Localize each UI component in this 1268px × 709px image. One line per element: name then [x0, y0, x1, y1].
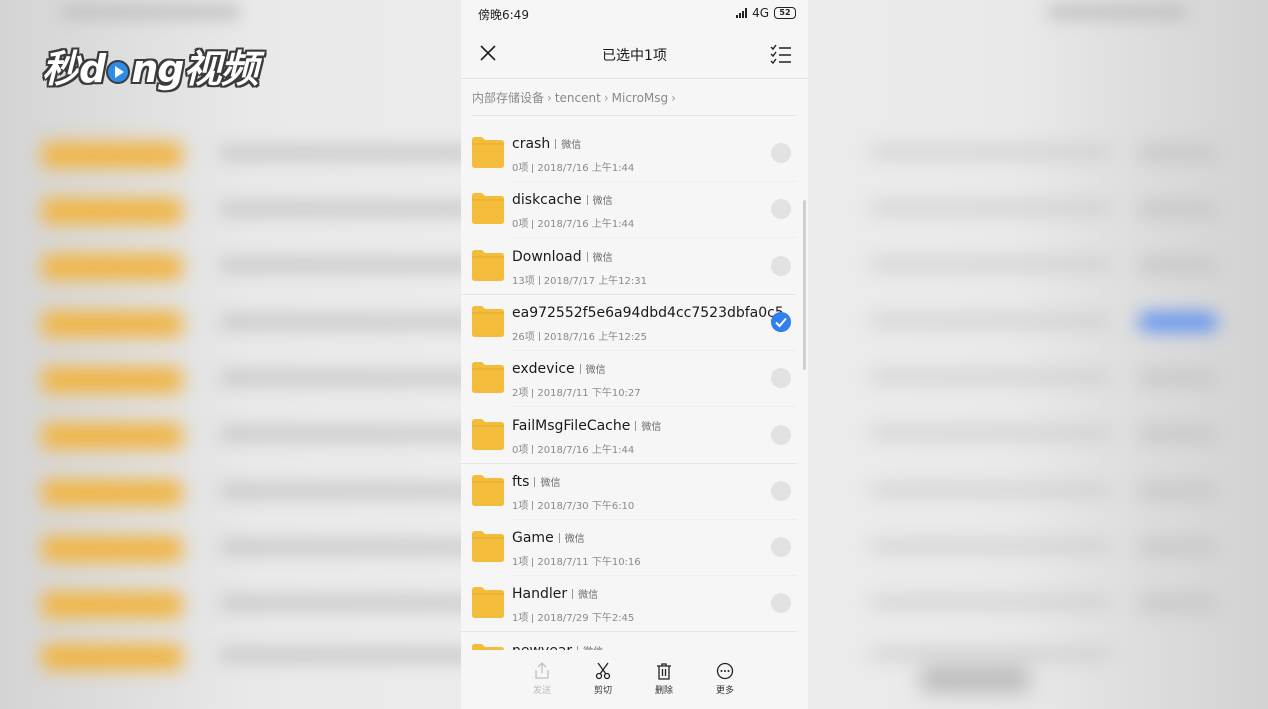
folder-icon [472, 587, 504, 619]
watermark-logo: 秒d ng视频 [42, 47, 258, 91]
source-tag: 微信 [592, 196, 613, 208]
bg-decor [920, 665, 1030, 693]
scissors-icon [595, 662, 611, 680]
battery-icon: 52 [774, 7, 796, 19]
folder-icon [472, 418, 504, 450]
file-name: FailMsgFileCache 微信 [512, 417, 662, 434]
folder-icon [472, 249, 504, 281]
file-meta: 26项 2018/7/16 上午12:25 [512, 331, 648, 343]
file-name: crash 微信 [512, 136, 582, 152]
file-meta: 1项 2018/7/29 下午2:45 [512, 613, 635, 625]
scrollbar[interactable] [803, 200, 806, 370]
source-tag: 微信 [592, 252, 613, 264]
file-row[interactable]: Download 微信 13项 2018/7/17 上午12:31 [461, 239, 808, 295]
unchecked-circle[interactable] [771, 199, 791, 220]
file-meta: 0项 2018/7/16 上午1:44 [512, 444, 635, 456]
file-name: Handler 微信 [512, 586, 599, 603]
send-button[interactable]: 发送 [517, 662, 567, 696]
chevron-right-icon: › [547, 90, 552, 105]
file-meta: 13项 2018/7/17 上午12:31 [512, 275, 648, 287]
signal-icon [736, 8, 748, 18]
page-title: 已选中1项 [602, 48, 667, 64]
status-bar: 傍晚6:49 4G 52 [461, 0, 808, 26]
file-row[interactable]: diskcache 微信 0项 2018/7/16 上午1:44 [461, 182, 808, 239]
unchecked-circle[interactable] [771, 368, 791, 389]
file-name: Download 微信 [512, 248, 613, 265]
file-name: diskcache 微信 [512, 192, 613, 209]
chevron-right-icon: › [603, 90, 609, 105]
source-tag: 微信 [561, 140, 582, 151]
send-label: 发送 [532, 686, 551, 696]
breadcrumb-item[interactable]: tencent [555, 91, 601, 105]
select-all-icon[interactable] [770, 44, 792, 64]
breadcrumb-item[interactable]: MicroMsg [612, 91, 669, 105]
file-name: exdevice 微信 [512, 361, 606, 378]
bg-decor [60, 6, 240, 18]
breadcrumb: 内部存储设备 › tencent › MicroMsg › [472, 89, 677, 106]
file-row[interactable]: Handler 微信 1项 2018/7/29 下午2:45 [461, 576, 808, 633]
status-indicators: 4G 52 [736, 6, 796, 20]
unchecked-circle[interactable] [771, 593, 791, 614]
source-tag: 微信 [564, 534, 585, 546]
folder-icon [472, 531, 504, 563]
file-row[interactable]: newyear微信 [461, 633, 808, 650]
source-tag: 微信 [540, 477, 561, 489]
trash-icon [657, 663, 671, 680]
file-list: crash 微信 0项 2018/7/16 上午1:44 diskcache 微信 0项 2… [461, 126, 808, 650]
folder-icon [472, 193, 504, 225]
unchecked-circle[interactable] [771, 255, 791, 276]
breadcrumb-item[interactable]: 内部存储设备 [472, 89, 544, 106]
unchecked-circle[interactable] [771, 424, 791, 445]
file-name: ea972552f5e6a94dbd4cc7523dbfa0c5 [512, 304, 784, 321]
phone-screen: 傍晚6:49 4G 52 已选中1项 内部存储设备 › tencent › Micr… [461, 0, 808, 709]
action-bar: 发送 剪切 删除 更多 [461, 652, 808, 709]
unchecked-circle[interactable] [771, 480, 791, 501]
cut-label: 剪切 [593, 686, 612, 696]
bg-decor [1048, 6, 1188, 18]
file-name: newyear微信 [512, 643, 603, 650]
file-meta: 1项 2018/7/11 下午10:16 [512, 557, 641, 569]
file-row[interactable]: exdevice 微信 2项 2018/7/11 下午10:27 [461, 351, 808, 408]
source-tag: 微信 [578, 590, 599, 602]
more-button[interactable]: 更多 [700, 662, 750, 696]
folder-icon [472, 643, 504, 650]
folder-icon [472, 362, 504, 394]
delete-button[interactable]: 删除 [639, 662, 689, 696]
more-icon [716, 662, 734, 680]
delete-label: 删除 [654, 686, 673, 696]
file-row[interactable]: FailMsgFileCache 微信 0项 2018/7/16 上午1:44 [461, 408, 808, 464]
checked-icon[interactable] [771, 311, 791, 332]
file-row[interactable]: ea972552f5e6a94dbd4cc7523dbfa0c5 26项 2018/… [461, 295, 808, 351]
cut-button[interactable]: 剪切 [578, 662, 628, 696]
folder-icon [472, 137, 504, 168]
file-meta: 1项 2018/7/30 下午6:10 [512, 500, 635, 512]
more-label: 更多 [715, 686, 734, 696]
chevron-right-icon: › [671, 90, 676, 105]
source-tag: 微信 [585, 365, 606, 377]
status-time: 傍晚6:49 [478, 8, 529, 22]
divider [461, 78, 808, 79]
file-meta: 0项 2018/7/16 上午1:44 [512, 163, 635, 174]
file-name: Game 微信 [512, 530, 585, 547]
play-icon [106, 59, 131, 84]
file-meta: 2项 2018/7/11 下午10:27 [512, 388, 641, 400]
file-row[interactable]: Game 微信 1项 2018/7/11 下午10:16 [461, 520, 808, 577]
source-tag: 微信 [583, 647, 603, 650]
network-type: 4G [752, 6, 769, 20]
unchecked-circle[interactable] [771, 143, 791, 163]
folder-icon [472, 474, 504, 506]
file-row[interactable]: crash 微信 0项 2018/7/16 上午1:44 [461, 126, 808, 182]
folder-icon [472, 305, 504, 337]
divider [472, 115, 796, 116]
unchecked-circle[interactable] [771, 537, 791, 558]
selection-toolbar: 已选中1项 [461, 28, 808, 78]
source-tag: 微信 [641, 421, 662, 433]
file-meta: 0项 2018/7/16 上午1:44 [512, 219, 635, 231]
file-row[interactable]: fts 微信 1项 2018/7/30 下午6:10 [461, 464, 808, 520]
share-icon [535, 662, 549, 679]
file-name: fts 微信 [512, 473, 561, 490]
